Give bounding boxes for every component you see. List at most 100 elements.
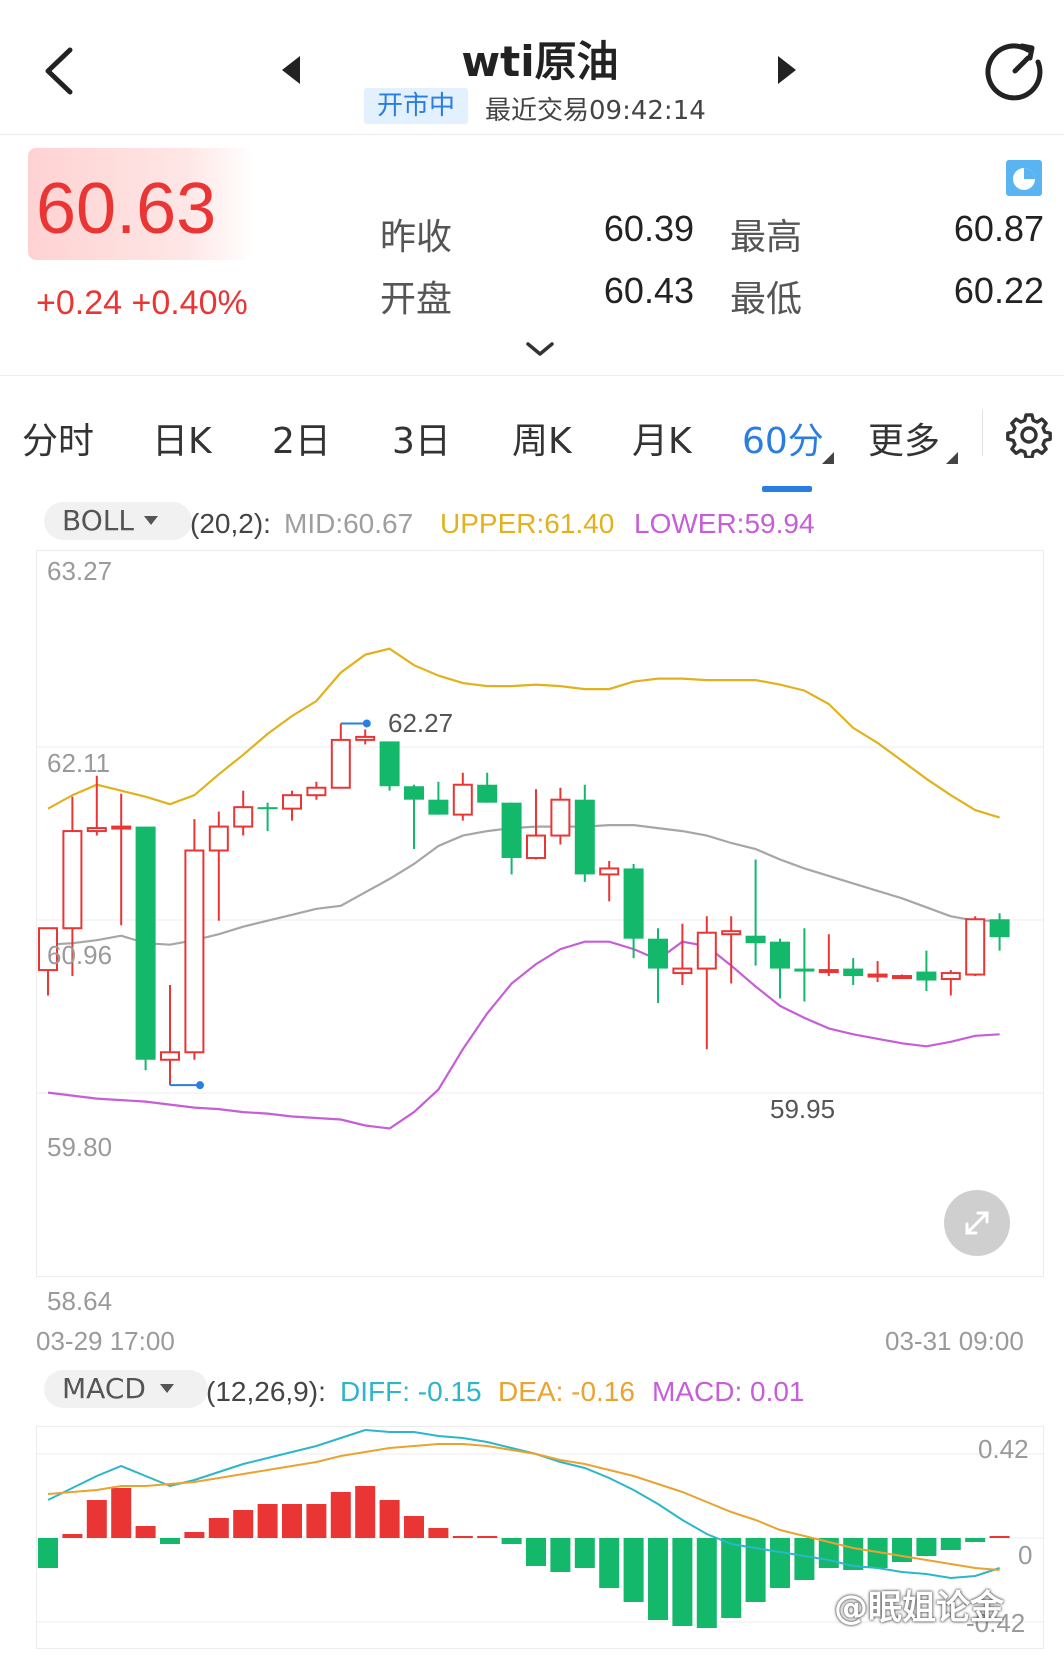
boll-indicator-select[interactable]: BOLL: [44, 502, 192, 540]
macd-y-tick: 0: [1018, 1540, 1033, 1570]
boll-upper-value: UPPER:61.40: [440, 508, 615, 539]
macd-histogram-bar: [696, 1538, 717, 1628]
triangle-right-icon[interactable]: [778, 56, 796, 84]
macd-histogram-bar: [721, 1538, 742, 1618]
boll-upper-line: [47, 647, 1000, 819]
high-label: 最高: [730, 217, 803, 258]
tab-60-min[interactable]: 60分: [742, 412, 824, 464]
min-marker-dot: [196, 1081, 204, 1090]
candle-body-up: [550, 798, 571, 837]
macd-histogram-bar: [208, 1518, 229, 1538]
candle-body-up: [86, 827, 107, 833]
tab-daily-k[interactable]: 日K: [152, 412, 212, 464]
tab-weekly-k[interactable]: 周K: [512, 412, 572, 464]
dropdown-corner-icon: [946, 452, 958, 464]
caret-down-icon: [160, 1384, 174, 1393]
y-tick-label: 62.11: [47, 748, 111, 778]
macd-histogram-bar: [526, 1538, 546, 1566]
macd-histogram-bar: [501, 1538, 522, 1544]
open-value: 60.43: [603, 270, 694, 311]
prev-close-label: 昨收: [380, 217, 453, 258]
macd-histogram-bar: [477, 1536, 498, 1538]
refresh-icon[interactable]: [984, 40, 1046, 102]
current-price: 60.63: [36, 169, 217, 249]
price-change: +0.24 +0.40%: [36, 284, 248, 322]
min-price-annotation: 59.95: [770, 1094, 836, 1124]
candle-body-down: [257, 807, 278, 810]
candle-body-up: [160, 1051, 180, 1061]
candle-body-up: [599, 867, 620, 876]
boll-mid-value: MID:60.67: [284, 508, 414, 539]
gear-icon[interactable]: [1006, 412, 1052, 458]
tab-3-day[interactable]: 3日: [392, 412, 451, 464]
candle-body-up: [306, 786, 327, 797]
macd-histogram-bar: [379, 1500, 400, 1538]
macd-diff-value: DIFF: -0.15: [340, 1376, 482, 1407]
x-end-label: 03-31 09:00: [885, 1326, 1024, 1356]
y-tick-label: 60.96: [47, 940, 113, 970]
candle-body-up: [818, 969, 839, 974]
divider: [982, 410, 983, 456]
candle-body-up: [867, 973, 888, 978]
tab-more[interactable]: 更多: [868, 412, 940, 464]
candle-body-up: [452, 783, 473, 816]
macd-histogram-bar: [428, 1528, 449, 1538]
macd-histogram-bar: [38, 1538, 58, 1568]
candle-body-up: [965, 918, 986, 976]
candle-body-up: [526, 834, 546, 859]
fullscreen-button[interactable]: [944, 1190, 1010, 1256]
candle-body-down: [501, 802, 522, 858]
low-value: 60.22: [953, 270, 1044, 311]
y-tick-label: 63.27: [47, 556, 113, 586]
candle-body-down: [843, 968, 864, 977]
macd-histogram-bar: [965, 1538, 986, 1542]
candlestick-chart[interactable]: [36, 550, 1044, 1320]
macd-histogram-bar: [452, 1536, 473, 1538]
chevron-left-icon[interactable]: [38, 44, 82, 98]
macd-histogram-bar: [282, 1504, 302, 1538]
triangle-left-icon[interactable]: [282, 56, 300, 84]
macd-y-tick: 0.42: [978, 1434, 1029, 1464]
x-start-label: 03-29 17:00: [36, 1326, 175, 1356]
active-tab-indicator: [762, 486, 812, 492]
macd-indicator-select[interactable]: MACD: [44, 1370, 208, 1408]
macd-indicator-label: MACD: [62, 1372, 146, 1405]
candle-body-down: [648, 938, 668, 969]
macd-histogram-bar: [550, 1538, 571, 1572]
candle-body-up: [355, 735, 376, 741]
y-tick-label: 58.64: [47, 1286, 113, 1316]
macd-histogram-bar: [86, 1500, 107, 1538]
tab-intraday[interactable]: 分时: [22, 412, 94, 464]
macd-histogram-bar: [160, 1538, 180, 1544]
candle-body-up: [672, 967, 693, 975]
macd-histogram-bar: [989, 1536, 1010, 1538]
macd-histogram-bar: [306, 1504, 327, 1538]
boll-indicator-label: BOLL: [62, 504, 134, 537]
candle-body-up: [282, 794, 302, 810]
candle-body-up: [721, 930, 742, 936]
macd-histogram-bar: [330, 1492, 351, 1538]
tab-monthly-k[interactable]: 月K: [632, 412, 692, 464]
candle-body-up: [184, 849, 205, 1054]
candle-body-down: [379, 741, 400, 787]
candle-body-down: [135, 826, 156, 1060]
macd-histogram-bar: [574, 1538, 595, 1568]
macd-histogram-bar: [135, 1526, 156, 1538]
candle-body-up: [111, 825, 132, 830]
pie-chart-icon[interactable]: [1006, 160, 1042, 196]
tab-2-day[interactable]: 2日: [272, 412, 331, 464]
boll-params: (20,2):: [190, 508, 271, 539]
candle-body-down: [770, 941, 790, 969]
candle-body-down: [794, 968, 815, 972]
macd-histogram-bar: [770, 1538, 790, 1588]
macd-params: (12,26,9):: [206, 1376, 326, 1407]
boll-lower-value: LOWER:59.94: [634, 508, 815, 539]
candle-body-up: [940, 972, 961, 981]
macd-histogram-bar: [794, 1538, 815, 1580]
candle-body-up: [330, 738, 351, 789]
candle-body-down: [428, 799, 449, 815]
prev-close-value: 60.39: [603, 208, 694, 249]
macd-histogram-bar: [184, 1532, 205, 1538]
chevron-down-icon[interactable]: [524, 340, 556, 358]
macd-histogram-bar: [599, 1538, 620, 1588]
